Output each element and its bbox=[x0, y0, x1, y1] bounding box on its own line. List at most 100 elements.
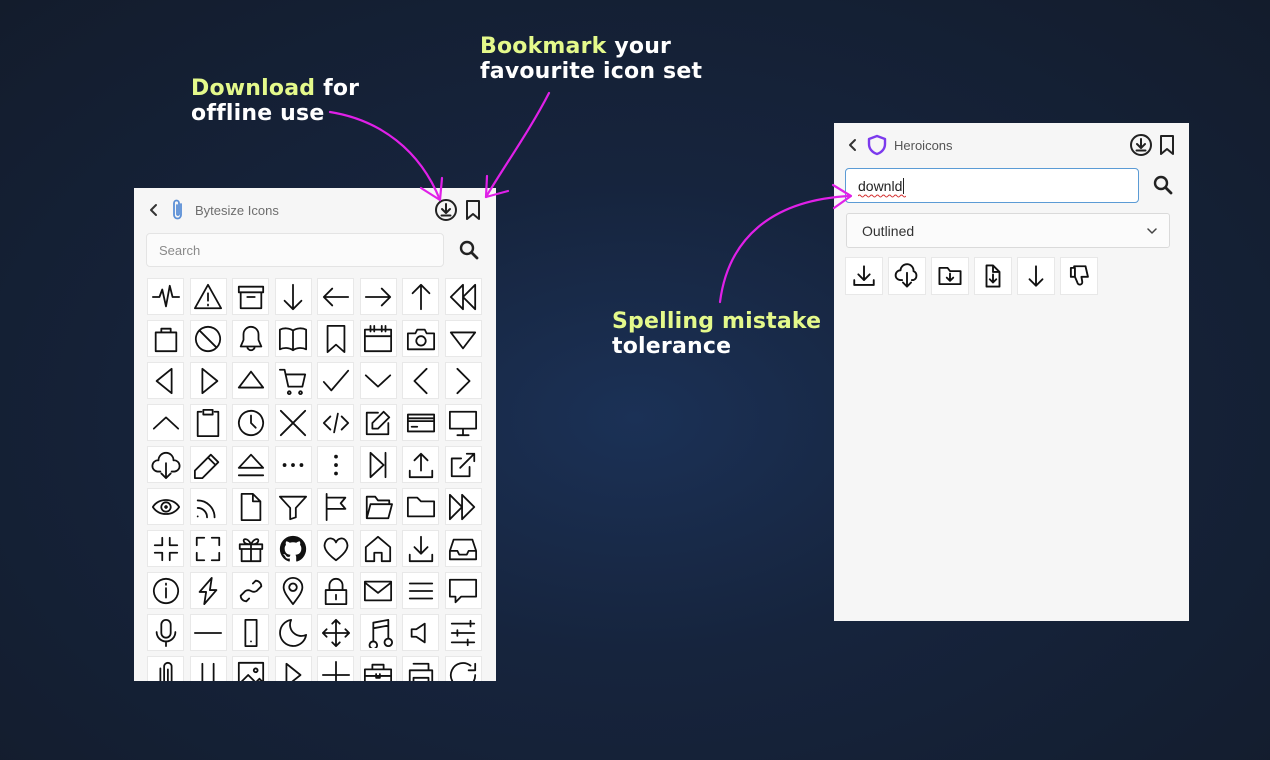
icon-tile-arrow-bottom[interactable] bbox=[274, 278, 312, 315]
icon-tile-options[interactable] bbox=[444, 614, 482, 651]
search-icon[interactable] bbox=[456, 237, 482, 263]
icon-tile-eject[interactable] bbox=[232, 446, 269, 483]
icon-tile-print[interactable] bbox=[402, 656, 439, 681]
download-circle-icon[interactable] bbox=[433, 197, 459, 223]
icon-tile-plus[interactable] bbox=[317, 656, 354, 681]
icon-tile-archive[interactable] bbox=[232, 278, 269, 315]
icon-tile-link[interactable] bbox=[232, 572, 269, 609]
icon-tile-fullscreen[interactable] bbox=[189, 530, 227, 567]
style-select[interactable]: Outlined bbox=[846, 213, 1170, 248]
result-tile-arrow-down[interactable] bbox=[1017, 257, 1055, 295]
result-tile-folder-arrow-down[interactable] bbox=[931, 257, 969, 295]
camera-icon bbox=[406, 328, 435, 350]
icon-tile-file[interactable] bbox=[232, 488, 269, 525]
icon-tile-end[interactable] bbox=[359, 446, 397, 483]
icon-tile-portfolio[interactable] bbox=[359, 656, 397, 681]
icon-tile-info[interactable] bbox=[147, 572, 184, 609]
icon-tile-caret-left[interactable] bbox=[147, 362, 184, 399]
icon-tile-arrow-top[interactable] bbox=[402, 278, 439, 315]
icon-tile-cart[interactable] bbox=[274, 362, 312, 399]
icon-tile-inbox[interactable] bbox=[444, 530, 482, 567]
icon-tile-reload[interactable] bbox=[444, 656, 482, 681]
icon-tile-play[interactable] bbox=[274, 656, 312, 681]
icon-tile-folder-open[interactable] bbox=[359, 488, 397, 525]
icon-tile-gift[interactable] bbox=[232, 530, 269, 567]
search-input[interactable]: Search bbox=[146, 233, 444, 267]
result-tile-hand-thumb-down[interactable] bbox=[1060, 257, 1098, 295]
icon-tile-bag[interactable] bbox=[147, 320, 184, 357]
icon-tile-microphone[interactable] bbox=[147, 614, 184, 651]
icon-tile-download-cloud[interactable] bbox=[147, 446, 184, 483]
icon-tile-alert[interactable] bbox=[189, 278, 227, 315]
callout-download: Download for offline use bbox=[191, 76, 359, 126]
icon-tile-move[interactable] bbox=[317, 614, 354, 651]
icon-tile-external[interactable] bbox=[444, 446, 482, 483]
icon-tile-creditcard[interactable] bbox=[402, 404, 439, 441]
icon-tile-pause[interactable] bbox=[189, 656, 227, 681]
icon-tile-ban[interactable] bbox=[189, 320, 227, 357]
icon-tile-lock[interactable] bbox=[317, 572, 354, 609]
icon-tile-chevron-right[interactable] bbox=[444, 362, 482, 399]
icon-tile-chevron-top[interactable] bbox=[147, 404, 184, 441]
icon-tile-close[interactable] bbox=[274, 404, 312, 441]
icon-tile-backwards[interactable] bbox=[444, 278, 482, 315]
icon-tile-caret-top[interactable] bbox=[232, 362, 269, 399]
icon-tile-calendar[interactable] bbox=[359, 320, 397, 357]
bookmark-icon[interactable] bbox=[1156, 132, 1178, 158]
icon-tile-arrow-left[interactable] bbox=[317, 278, 354, 315]
icon-tile-forwards[interactable] bbox=[444, 488, 482, 525]
icon-tile-ellipsis-vertical[interactable] bbox=[317, 446, 354, 483]
icon-tile-checkmark[interactable] bbox=[317, 362, 354, 399]
icon-tile-photo[interactable] bbox=[232, 656, 269, 681]
icon-tile-caret-bottom[interactable] bbox=[444, 320, 482, 357]
icon-tile-code[interactable] bbox=[317, 404, 354, 441]
icon-tile-menu[interactable] bbox=[402, 572, 439, 609]
result-tile-cloud-arrow-down[interactable] bbox=[888, 257, 926, 295]
icon-tile-desktop[interactable] bbox=[444, 404, 482, 441]
icon-tile-export[interactable] bbox=[402, 446, 439, 483]
icon-tile-mail[interactable] bbox=[359, 572, 397, 609]
icon-tile-activity[interactable] bbox=[147, 278, 184, 315]
lock-icon bbox=[324, 577, 347, 605]
download-circle-icon[interactable] bbox=[1128, 132, 1154, 158]
icon-tile-bookmark[interactable] bbox=[317, 320, 354, 357]
icon-tile-heart[interactable] bbox=[317, 530, 354, 567]
icon-tile-import[interactable] bbox=[402, 530, 439, 567]
icon-tile-paperclip[interactable] bbox=[147, 656, 184, 681]
icon-tile-book[interactable] bbox=[274, 320, 312, 357]
icon-tile-folder[interactable] bbox=[402, 488, 439, 525]
icon-tile-chevron-left[interactable] bbox=[402, 362, 439, 399]
icon-tile-filter[interactable] bbox=[274, 488, 312, 525]
icon-tile-location[interactable] bbox=[274, 572, 312, 609]
icon-tile-github[interactable] bbox=[274, 530, 312, 567]
bookmark-icon[interactable] bbox=[462, 197, 484, 223]
icon-tile-moon[interactable] bbox=[274, 614, 312, 651]
icon-tile-fullscreen-exit[interactable] bbox=[147, 530, 184, 567]
icon-tile-feed[interactable] bbox=[189, 488, 227, 525]
icon-tile-minus[interactable] bbox=[189, 614, 227, 651]
search-icon[interactable] bbox=[1150, 172, 1176, 198]
icon-tile-bell[interactable] bbox=[232, 320, 269, 357]
icon-tile-flag[interactable] bbox=[317, 488, 354, 525]
icon-tile-clock[interactable] bbox=[232, 404, 269, 441]
icon-tile-compose[interactable] bbox=[359, 404, 397, 441]
icon-tile-ellipsis-horizontal[interactable] bbox=[274, 446, 312, 483]
back-icon[interactable] bbox=[144, 200, 164, 220]
icon-tile-home[interactable] bbox=[359, 530, 397, 567]
icon-tile-edit[interactable] bbox=[189, 446, 227, 483]
icon-tile-eye[interactable] bbox=[147, 488, 184, 525]
result-tile-document-arrow-down[interactable] bbox=[974, 257, 1012, 295]
icon-tile-mute[interactable] bbox=[402, 614, 439, 651]
icon-tile-chevron-bottom[interactable] bbox=[359, 362, 397, 399]
icon-tile-arrow-right[interactable] bbox=[359, 278, 397, 315]
result-tile-arrow-down-tray[interactable] bbox=[845, 257, 883, 295]
search-input[interactable]: downld bbox=[845, 168, 1139, 203]
icon-tile-music[interactable] bbox=[359, 614, 397, 651]
icon-tile-lightning[interactable] bbox=[189, 572, 227, 609]
icon-tile-mobile[interactable] bbox=[232, 614, 269, 651]
icon-tile-clipboard[interactable] bbox=[189, 404, 227, 441]
back-icon[interactable] bbox=[844, 135, 862, 155]
icon-tile-message[interactable] bbox=[444, 572, 482, 609]
icon-tile-camera[interactable] bbox=[402, 320, 439, 357]
icon-tile-caret-right[interactable] bbox=[189, 362, 227, 399]
